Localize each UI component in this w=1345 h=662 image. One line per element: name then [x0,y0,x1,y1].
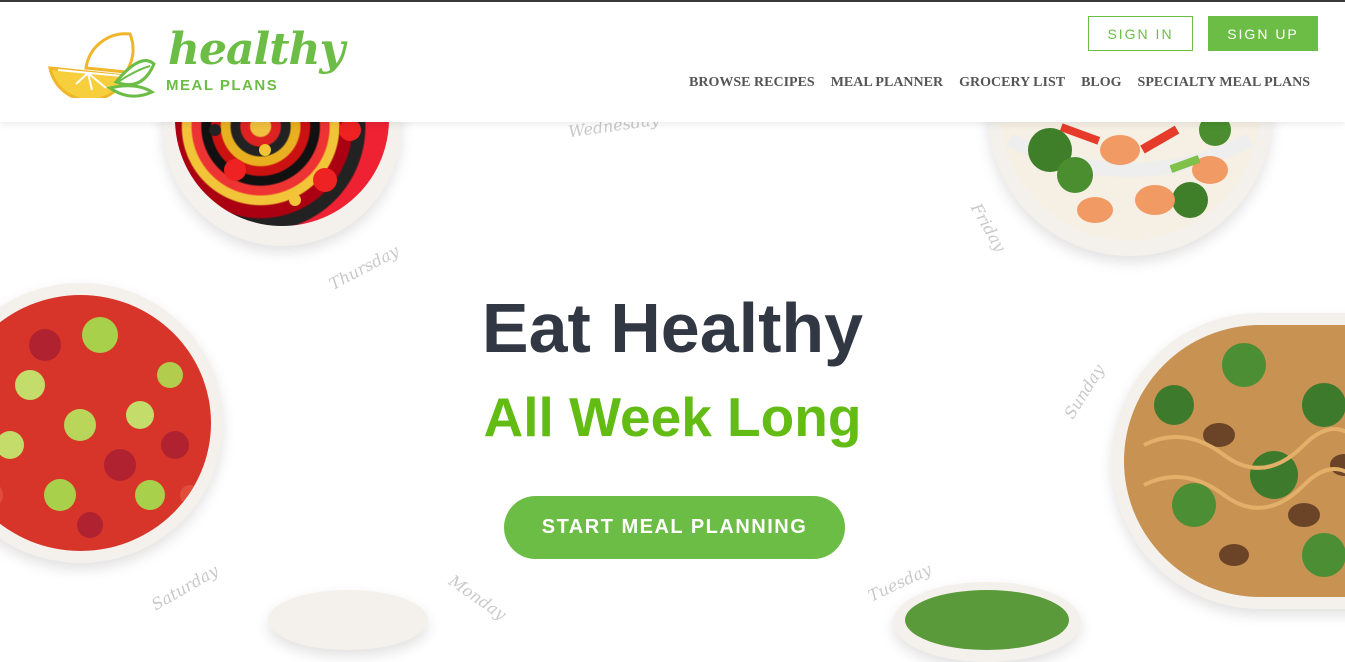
lemon-leaf-logo-icon [48,32,156,98]
sign-in-button[interactable]: SIGN IN [1088,16,1193,51]
sign-up-button[interactable]: SIGN UP [1208,16,1318,51]
day-label-thursday: Thursday [325,241,402,294]
site-header: healthy MEAL PLANS SIGN IN SIGN UP BROWS… [0,2,1345,122]
nav-grocery-list[interactable]: GROCERY LIST [959,75,1065,91]
logo[interactable]: healthy MEAL PLANS [46,24,345,100]
logo-subtitle: MEAL PLANS [166,77,279,94]
hero-title: Eat Healthy [481,289,864,367]
day-label-monday: Monday [445,571,510,624]
main-nav: BROWSE RECIPES MEAL PLANNER GROCERY LIST… [689,75,1310,91]
nav-meal-planner[interactable]: MEAL PLANNER [831,75,943,91]
logo-wordmark: healthy [168,24,345,75]
bottom-right-bowl-image [893,582,1081,662]
bottom-left-bowl-image [268,590,428,650]
nav-blog[interactable]: BLOG [1081,75,1121,91]
day-label-saturday: Saturday [148,560,222,615]
hero-subtitle: All Week Long [483,386,862,448]
nav-browse-recipes[interactable]: BROWSE RECIPES [689,75,815,91]
start-meal-planning-button[interactable]: START MEAL PLANNING [504,496,845,559]
nav-specialty-meal-plans[interactable]: SPECIALTY MEAL PLANS [1138,75,1310,91]
